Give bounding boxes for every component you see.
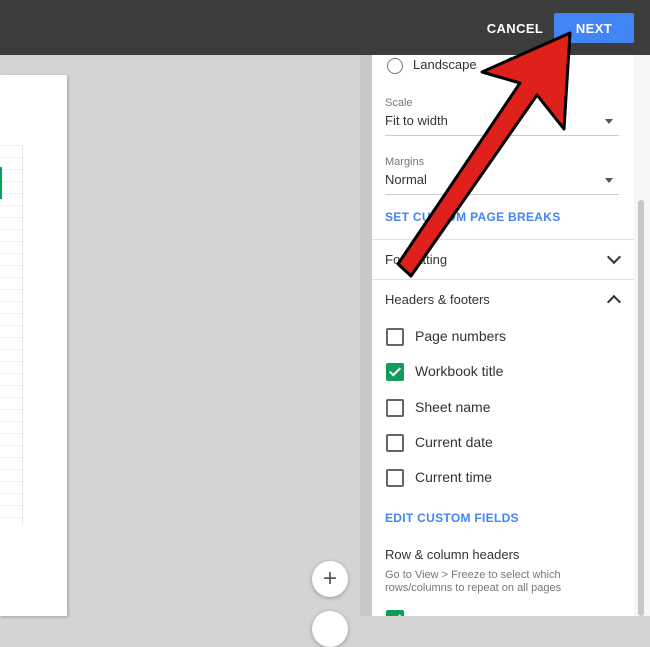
current-date-label[interactable]: Current date [415,434,493,450]
set-custom-page-breaks-link[interactable]: SET CUSTOM PAGE BREAKS [385,210,561,224]
sheet-grid [0,145,23,525]
page-numbers-checkbox[interactable] [386,328,404,346]
chevron-up-icon [606,294,622,310]
cancel-button[interactable]: CANCEL [481,13,549,43]
formatting-section-toggle[interactable]: Formatting [385,249,622,272]
formatting-label: Formatting [385,252,448,267]
scrollbar-thumb[interactable] [638,200,644,616]
page-preview [0,75,67,616]
headers-footers-section-toggle[interactable]: Headers & footers [385,292,622,312]
sheet-name-label[interactable]: Sheet name [415,399,491,415]
workbook-title-checkbox[interactable] [386,363,404,381]
print-settings-panel: Landscape Scale Fit to width Margins Nor… [372,55,634,616]
workbook-title-label[interactable]: Workbook title [415,363,503,379]
selection-marker [0,167,2,199]
portrait-radio[interactable] [505,57,521,73]
edit-custom-fields-link[interactable]: EDIT CUSTOM FIELDS [385,511,519,525]
chevron-down-icon [606,249,622,265]
repeat-frozen-rows-checkbox[interactable] [386,610,404,616]
margins-value: Normal [385,172,427,187]
chevron-down-icon [605,178,613,183]
current-date-checkbox[interactable] [386,434,404,452]
next-button[interactable]: NEXT [554,13,634,43]
top-bar: CANCEL NEXT [0,0,650,55]
print-preview-area: + [0,55,360,647]
current-time-label[interactable]: Current time [415,469,492,485]
headers-footers-label: Headers & footers [385,292,490,307]
margins-select[interactable]: Normal [385,168,619,195]
row-column-headers-help: Go to View > Freeze to select which rows… [385,569,562,594]
row-column-headers-label: Row & column headers [385,547,520,562]
preview-scrollbar[interactable] [360,55,372,616]
scale-label: Scale [385,97,413,109]
chevron-down-icon [605,119,613,124]
sheet-name-checkbox[interactable] [386,399,404,417]
landscape-radio[interactable] [387,58,403,74]
margins-label: Margins [385,156,425,168]
scale-select[interactable]: Fit to width [385,109,619,136]
current-time-checkbox[interactable] [386,469,404,487]
scale-value: Fit to width [385,113,448,128]
plus-icon: + [322,565,337,592]
page-numbers-label[interactable]: Page numbers [415,328,506,344]
settings-scrollbar[interactable] [634,55,650,616]
zoom-in-button[interactable]: + [312,561,348,597]
landscape-label[interactable]: Landscape [413,57,477,72]
divider [372,279,634,280]
divider [372,239,634,240]
zoom-out-button[interactable] [312,611,348,647]
